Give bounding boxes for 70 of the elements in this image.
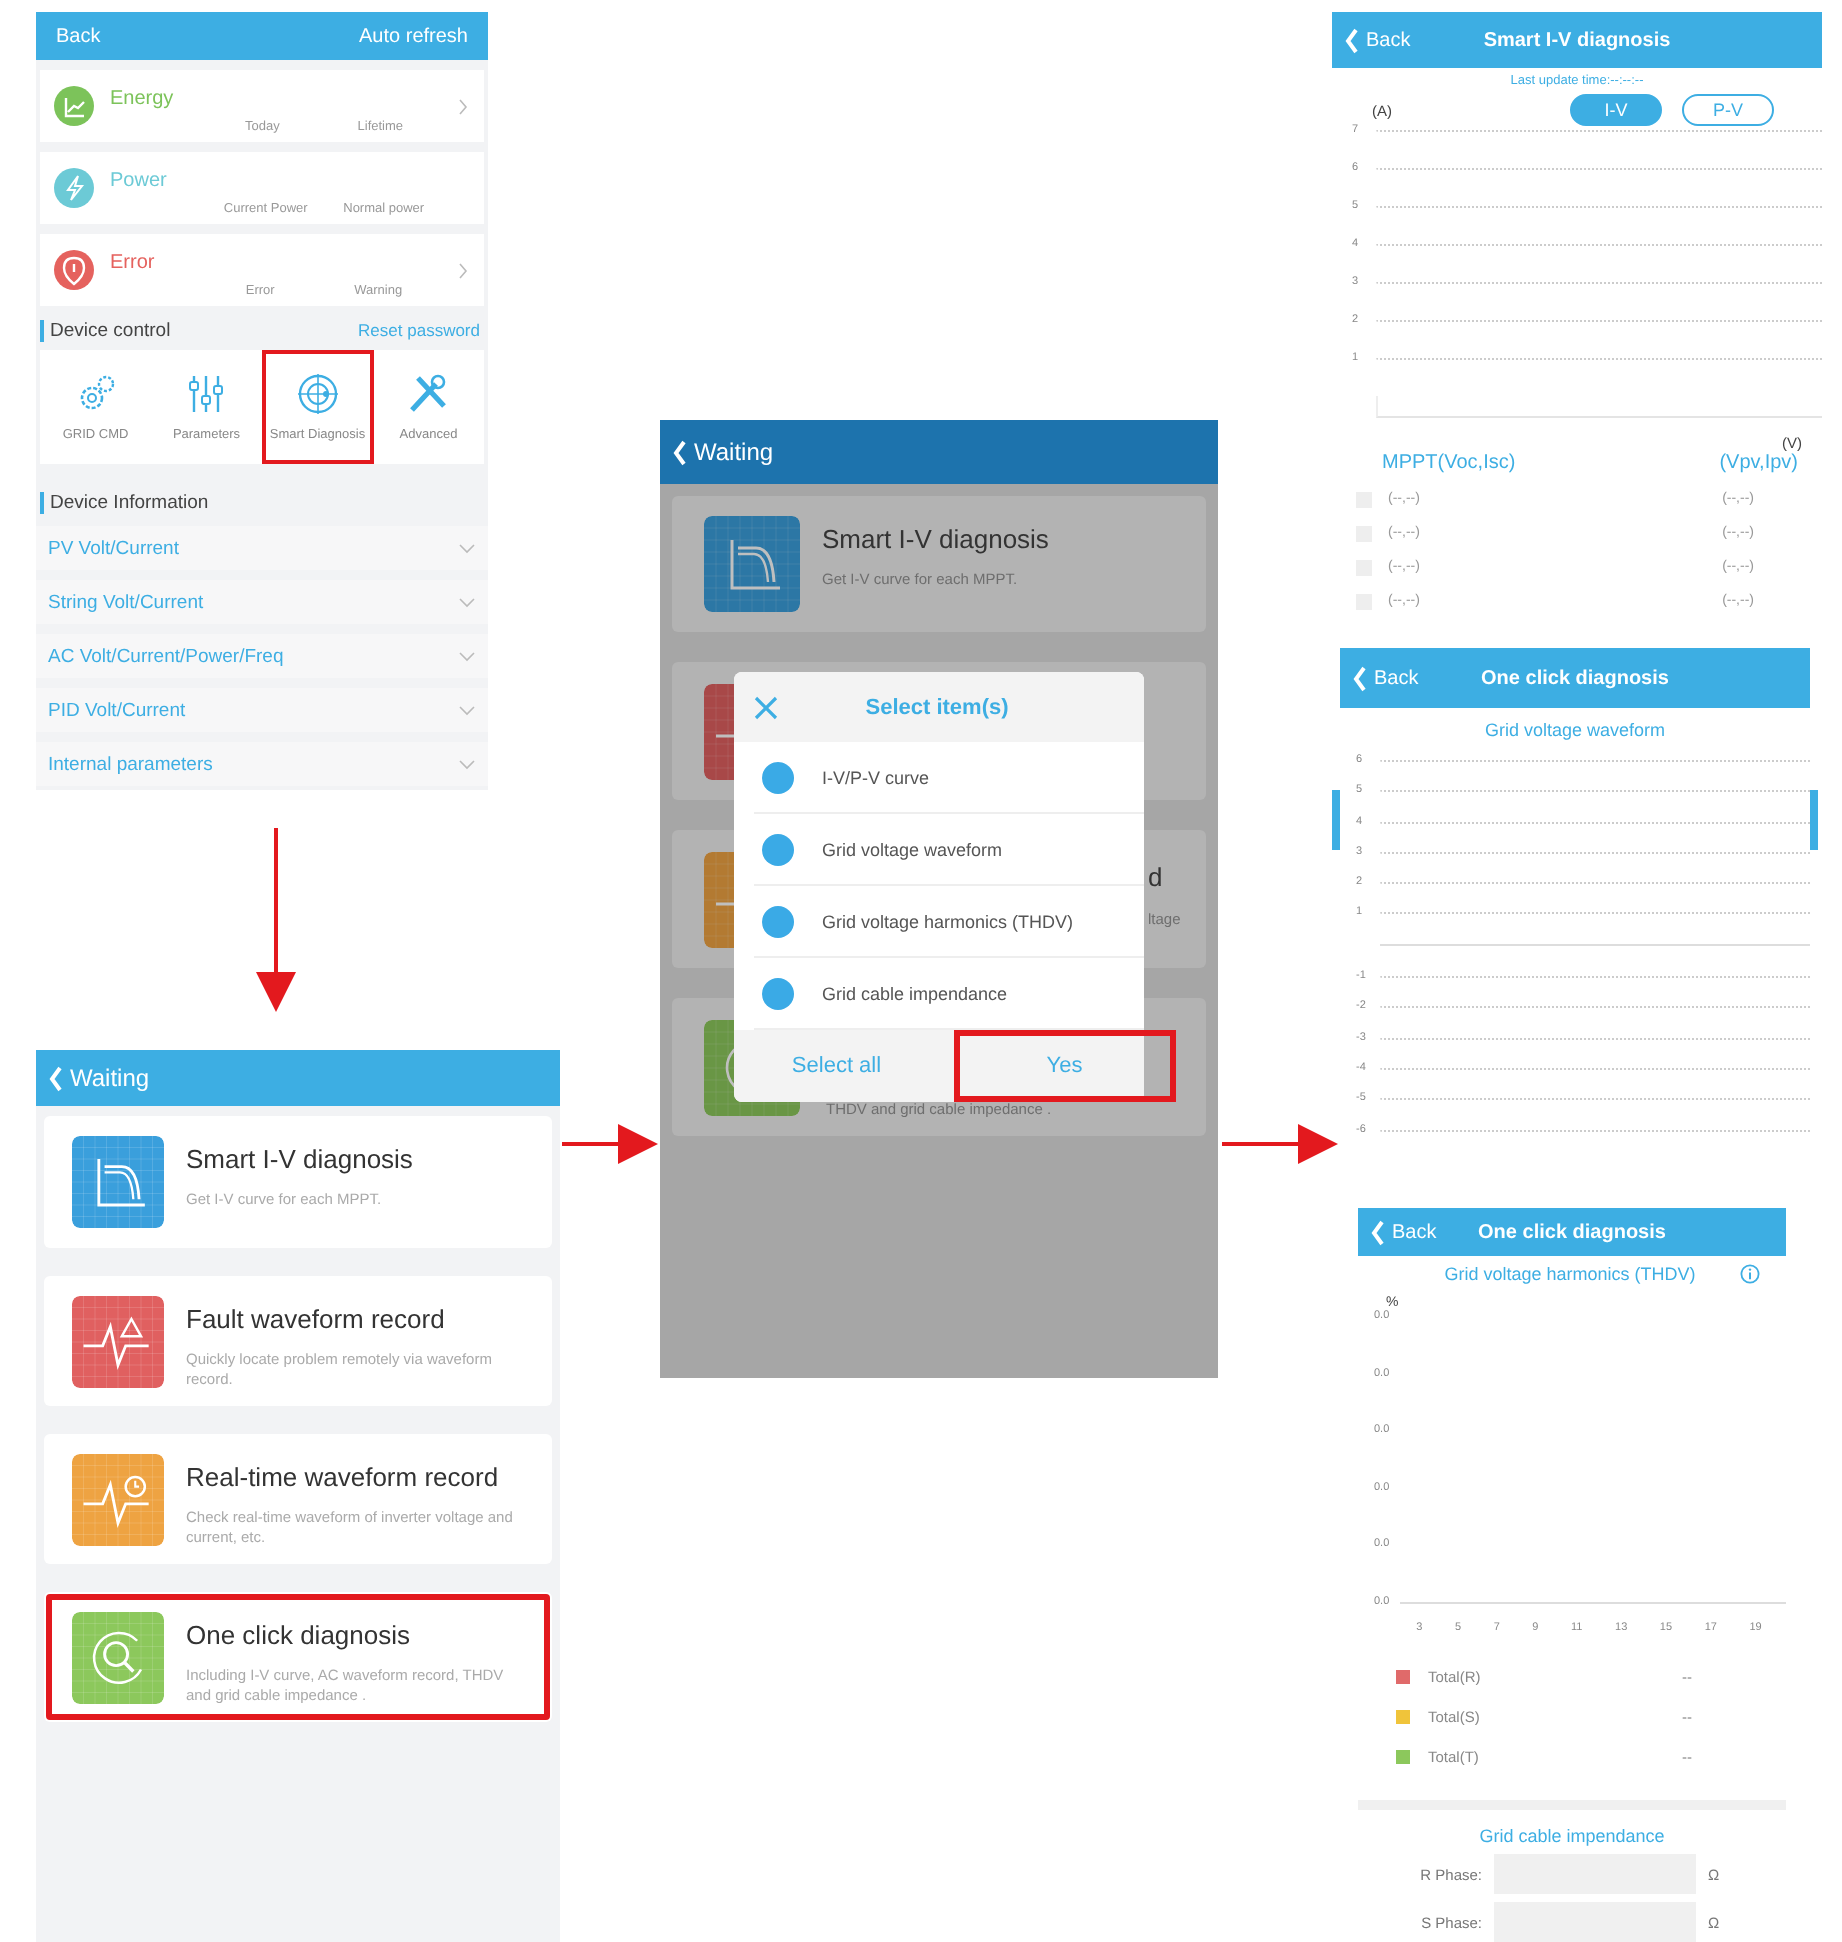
accordion-row[interactable]: Internal parameters [36, 742, 488, 786]
back-chevron-icon [1370, 1217, 1386, 1247]
screen-title: One click diagnosis [1478, 1221, 1666, 1243]
auto-refresh-button[interactable]: Auto refresh [359, 25, 468, 47]
curve-icon [72, 1136, 164, 1228]
back-button[interactable]: Back [56, 25, 101, 47]
reset-password-link[interactable]: Reset password [358, 320, 480, 340]
chart-title: Grid voltage waveform [1482, 720, 1668, 740]
arrow [1222, 1124, 1338, 1164]
info-icon[interactable] [1739, 1264, 1760, 1284]
target-icon [295, 372, 340, 416]
back-chevron-icon [48, 1063, 64, 1093]
section-title: Device control [40, 319, 171, 341]
chevron-down-icon [458, 704, 476, 716]
chevron-down-icon [458, 650, 476, 662]
option-row[interactable]: Grid voltage waveform [754, 814, 1144, 886]
chart-tab[interactable]: P-V [1682, 94, 1774, 126]
card-title: Error [110, 251, 157, 273]
column-header: (Vpv,Ipv) [1719, 452, 1798, 474]
chart-title: Grid voltage harmonics (THDV) [1444, 1264, 1696, 1284]
card-title: Power [110, 169, 169, 191]
radio-button[interactable] [762, 833, 794, 865]
sliders-icon [184, 372, 229, 416]
back-chevron-icon [1352, 663, 1368, 693]
back-button[interactable]: Waiting [672, 437, 774, 467]
accordion-row[interactable]: PID Volt/Current [36, 688, 488, 732]
option-label: Grid voltage waveform [822, 839, 1003, 859]
chevron-down-icon [458, 596, 476, 608]
accordion-row[interactable]: String Volt/Current [36, 580, 488, 624]
option-row[interactable]: Grid voltage harmonics (THDV) [754, 886, 1144, 958]
feature-title: Smart I-V diagnosis [186, 1144, 413, 1174]
close-icon[interactable] [754, 695, 778, 719]
chevron-down-icon [458, 758, 476, 770]
back-button[interactable]: Back [1370, 1217, 1437, 1247]
screen-title: One click diagnosis [1481, 667, 1669, 689]
radio-button[interactable] [762, 761, 794, 793]
dialog-title: Select item(s) [863, 695, 1011, 719]
bolt-icon [54, 168, 94, 208]
option-label: Grid voltage harmonics (THDV) [822, 911, 1074, 931]
curve-icon [704, 516, 800, 612]
alert-icon [54, 250, 94, 290]
dialog-button[interactable]: Yes [955, 1032, 1174, 1100]
option-label: I-V/P-V curve [822, 767, 930, 787]
column-header: MPPT(Voc,Isc) [1382, 452, 1516, 474]
arrow [562, 1124, 658, 1164]
accordion-row[interactable]: PV Volt/Current [36, 526, 488, 570]
feature-title: One click diagnosis [186, 1620, 412, 1650]
section-title: Device Information [40, 491, 209, 513]
back-chevron-icon [1344, 25, 1360, 55]
option-row[interactable]: I-V/P-V curve [754, 742, 1144, 814]
card-title: Energy [110, 87, 176, 109]
feature-title: Smart I-V diagnosis [822, 524, 1049, 554]
feature-title: Fault waveform record [186, 1304, 447, 1334]
dialog-button[interactable]: Select all [734, 1030, 939, 1102]
chart-tab[interactable]: I-V [1570, 94, 1662, 126]
radio-button[interactable] [762, 977, 794, 1009]
radio-button[interactable] [762, 905, 794, 937]
feature-title: Real-time waveform record [186, 1462, 501, 1492]
option-label: Grid cable impendance [822, 983, 1008, 1003]
back-button[interactable]: Back [1352, 663, 1419, 693]
screen-title: Smart I-V diagnosis [1483, 29, 1671, 51]
feature-title: d [1148, 862, 1165, 892]
back-chevron-icon [672, 437, 688, 467]
tools-icon [406, 372, 451, 416]
chevron-down-icon [458, 542, 476, 554]
back-button[interactable]: Waiting [48, 1063, 150, 1093]
back-button[interactable]: Back [1344, 25, 1411, 55]
section-title: Grid cable impendance [1477, 1826, 1667, 1846]
chart-icon [54, 86, 94, 126]
accordion-row[interactable]: AC Volt/Current/Power/Freq [36, 634, 488, 678]
